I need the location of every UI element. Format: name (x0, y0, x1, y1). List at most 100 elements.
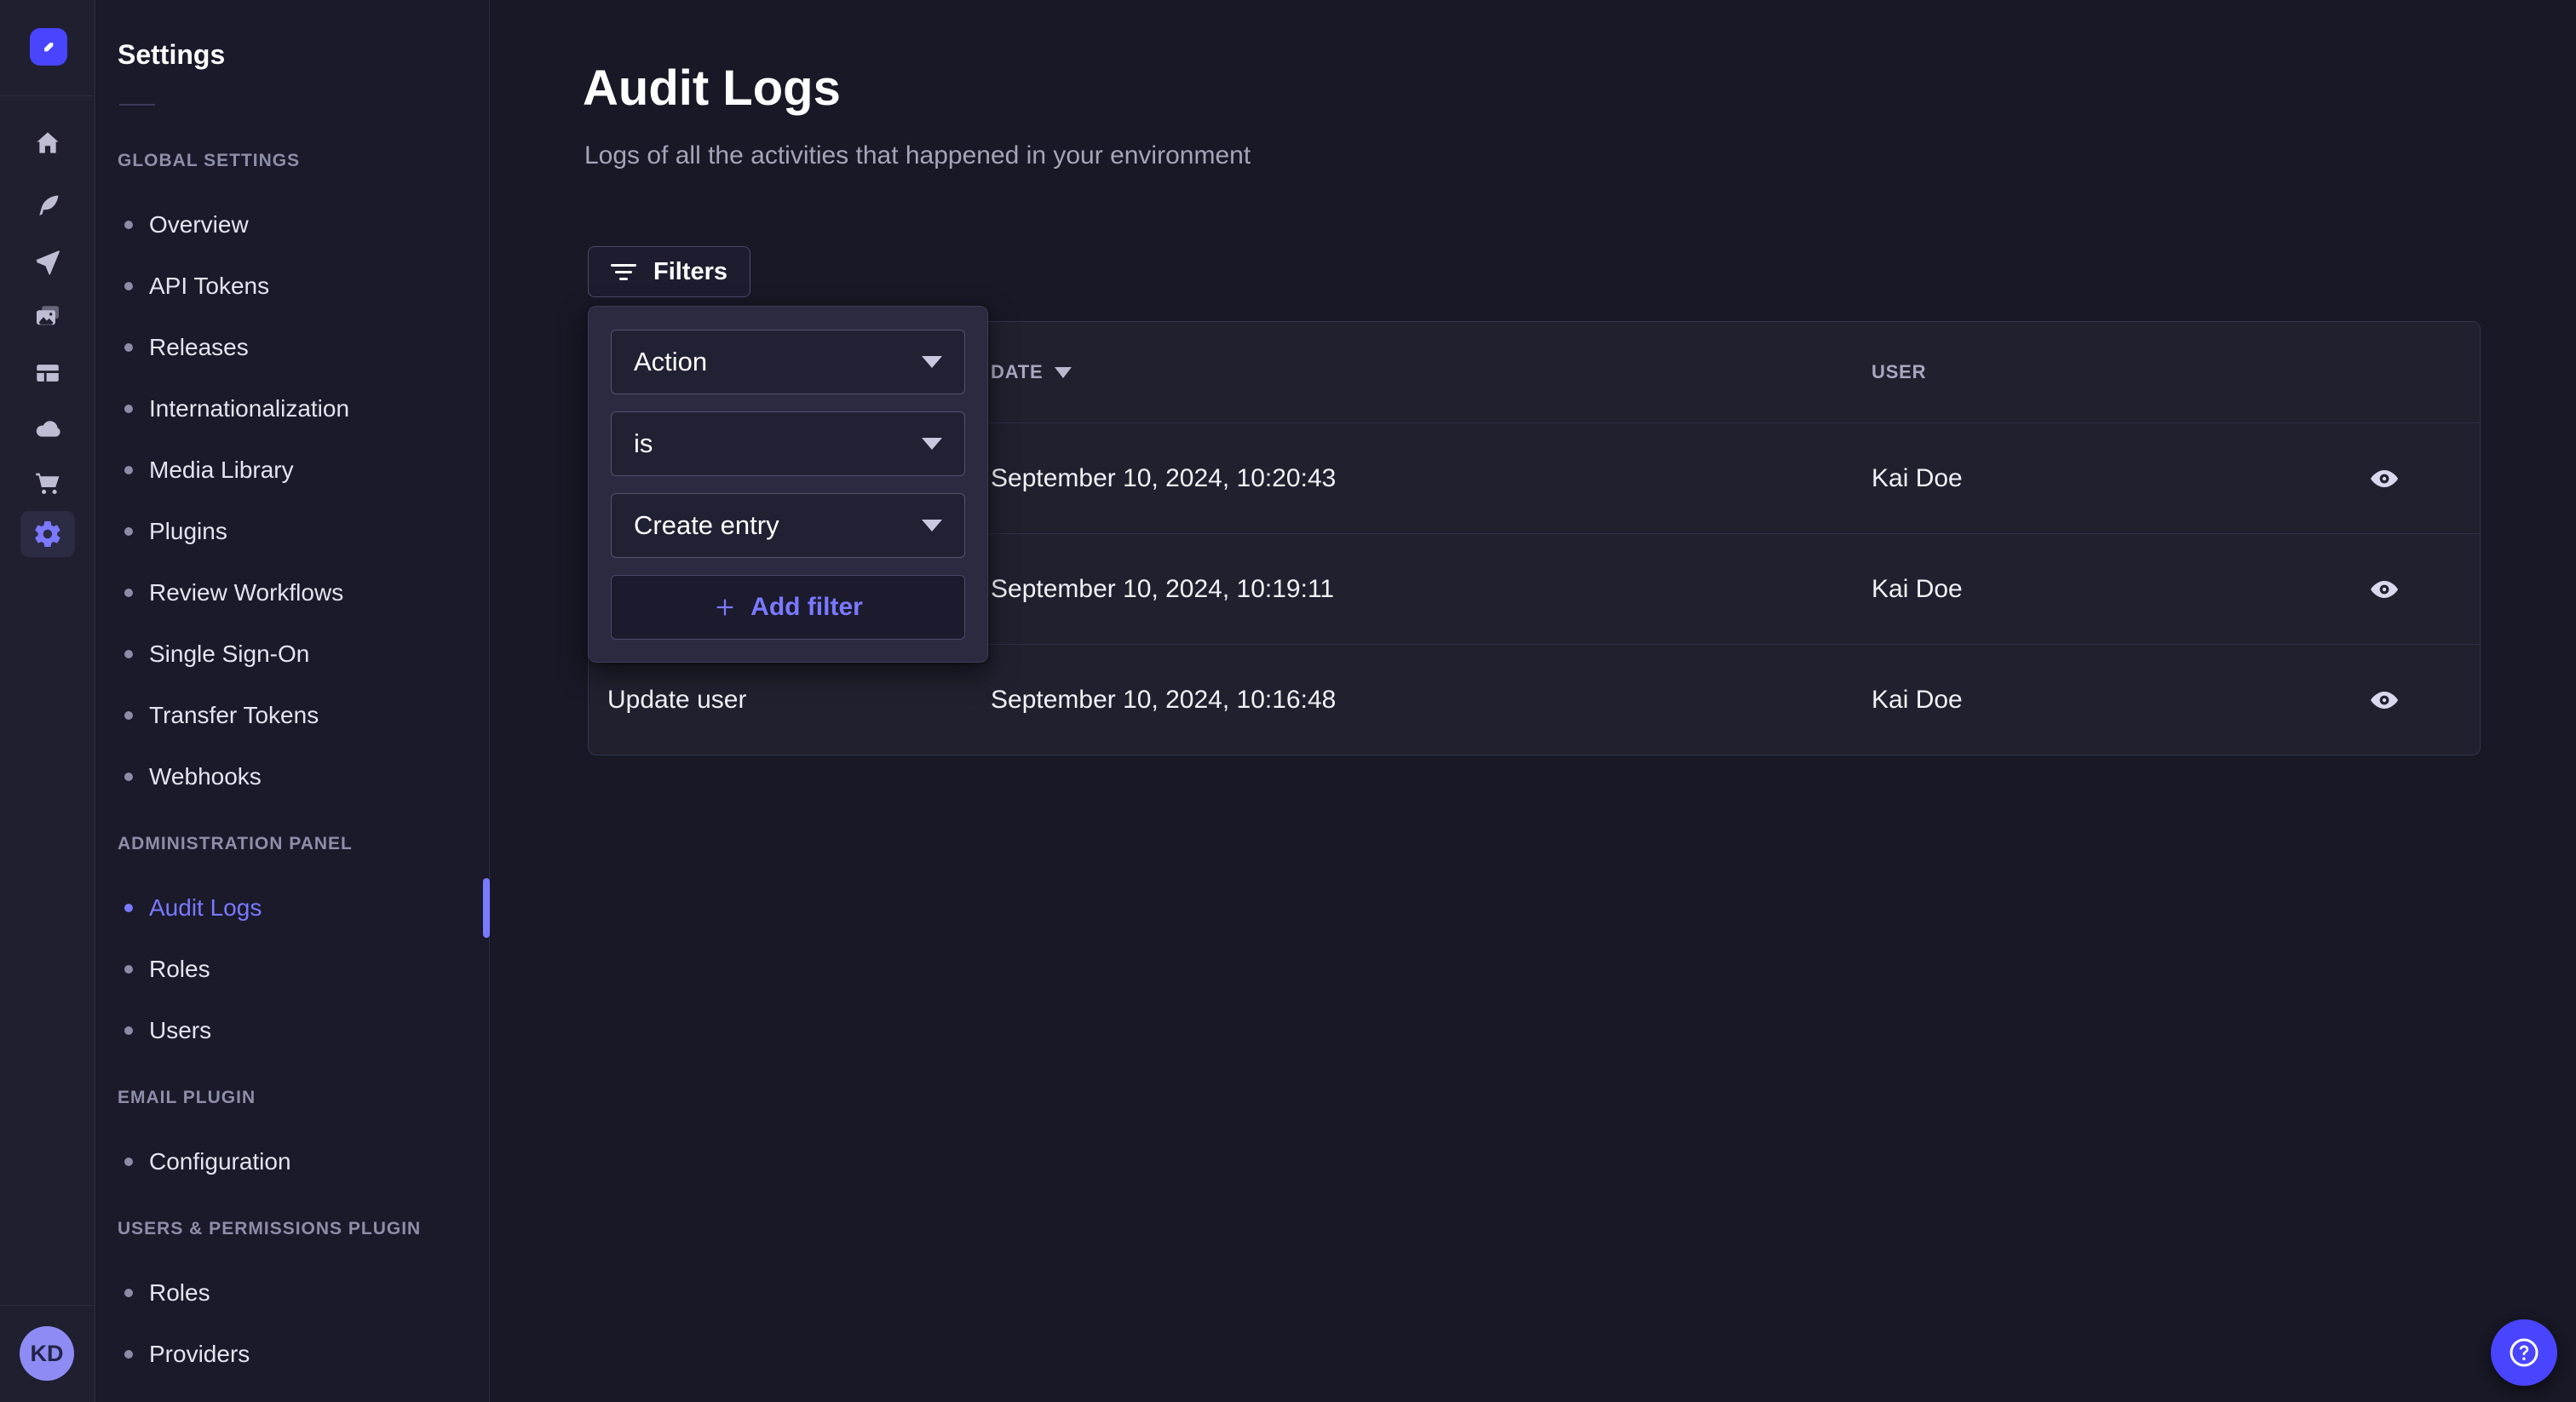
main-nav-rail: KD (0, 0, 95, 1402)
bullet-icon (124, 405, 133, 413)
strapi-logo-icon (36, 34, 61, 60)
section-global-settings: GLOBAL SETTINGS (118, 150, 489, 172)
section-administration-panel: ADMINISTRATION PANEL (118, 833, 489, 855)
sidebar-item-label: Review Workflows (149, 579, 343, 606)
page-subtitle: Logs of all the activities that happened… (584, 141, 1251, 170)
sidebar-item-label: Internationalization (149, 395, 349, 422)
eye-icon (2370, 579, 2399, 600)
sidebar-item-label: Users (149, 1017, 211, 1044)
eye-icon (2370, 690, 2399, 710)
bullet-icon (124, 466, 133, 474)
nav-settings-button[interactable] (20, 511, 75, 557)
sort-desc-icon (1055, 367, 1072, 378)
global-settings-list: Overview API Tokens Releases Internation… (96, 194, 489, 807)
sidebar-item-admin-users[interactable]: Users (96, 1000, 489, 1061)
filter-field-value: Action (634, 347, 707, 377)
sidebar-item-media-library[interactable]: Media Library (96, 440, 489, 501)
sidebar-item-webhooks[interactable]: Webhooks (96, 746, 489, 807)
strapi-logo[interactable] (30, 28, 67, 66)
bullet-icon (124, 527, 133, 536)
email-plugin-list: Configuration (96, 1131, 489, 1192)
add-filter-button[interactable]: Add filter (611, 575, 965, 640)
sidebar-title: Settings (118, 37, 489, 72)
sidebar-item-email-configuration[interactable]: Configuration (96, 1131, 489, 1192)
sidebar-item-label: Providers (149, 1341, 250, 1368)
cell-user: Kai Doe (1872, 645, 1963, 756)
sidebar-item-admin-roles[interactable]: Roles (96, 939, 489, 1000)
sidebar-item-internationalization[interactable]: Internationalization (96, 378, 489, 440)
filter-value-select[interactable]: Create entry (611, 493, 965, 558)
nav-deploy-button[interactable] (20, 238, 75, 284)
section-email-plugin: EMAIL PLUGIN (118, 1087, 489, 1109)
nav-home-button[interactable] (20, 120, 75, 166)
users-permissions-list: Roles Providers (96, 1262, 489, 1385)
nav-media-library-button[interactable] (20, 294, 75, 340)
filters-button-label: Filters (653, 258, 727, 286)
column-header-user[interactable]: USER (1872, 322, 1926, 422)
filter-popover: Action is Create entry Add filter (588, 306, 988, 663)
nav-content-builder-button[interactable] (20, 183, 75, 229)
help-button[interactable] (2491, 1319, 2557, 1386)
sidebar-item-label: Configuration (149, 1148, 291, 1175)
main-content: Audit Logs Logs of all the activities th… (490, 0, 2576, 1402)
rail-divider-top (0, 95, 95, 96)
view-log-button[interactable] (2360, 681, 2408, 719)
sidebar-item-label: Releases (149, 334, 249, 361)
filter-field-select[interactable]: Action (611, 330, 965, 394)
layout-panels-icon (33, 359, 62, 388)
sidebar-item-plugins[interactable]: Plugins (96, 501, 489, 562)
sidebar-item-overview[interactable]: Overview (96, 194, 489, 256)
bullet-icon (124, 282, 133, 290)
filter-icon (611, 264, 636, 280)
plus-icon (713, 595, 737, 619)
bullet-icon (124, 650, 133, 658)
sidebar-item-label: Roles (149, 1279, 210, 1307)
bullet-icon (124, 589, 133, 597)
filters-button[interactable]: Filters (588, 246, 750, 297)
eye-icon (2370, 468, 2399, 489)
nav-content-manager-button[interactable] (20, 350, 75, 396)
chevron-down-icon (922, 438, 942, 450)
sidebar-item-api-tokens[interactable]: API Tokens (96, 256, 489, 317)
bullet-icon (124, 343, 133, 352)
cell-date: September 10, 2024, 10:19:11 (991, 534, 1334, 644)
column-header-date[interactable]: DATE (991, 322, 1072, 422)
settings-sidebar: Settings GLOBAL SETTINGS Overview API To… (96, 0, 490, 1402)
sidebar-item-label: Audit Logs (149, 894, 262, 922)
sidebar-item-up-roles[interactable]: Roles (96, 1262, 489, 1324)
add-filter-label: Add filter (750, 593, 863, 622)
bullet-icon (124, 773, 133, 781)
filter-value-value: Create entry (634, 510, 779, 541)
view-log-button[interactable] (2360, 571, 2408, 608)
settings-gear-icon (32, 519, 63, 549)
sidebar-item-review-workflows[interactable]: Review Workflows (96, 562, 489, 623)
sidebar-item-transfer-tokens[interactable]: Transfer Tokens (96, 685, 489, 746)
media-images-icon (33, 302, 62, 331)
sidebar-item-releases[interactable]: Releases (96, 317, 489, 378)
bullet-icon (124, 904, 133, 912)
bullet-icon (124, 965, 133, 974)
sidebar-item-up-providers[interactable]: Providers (96, 1324, 489, 1385)
user-avatar[interactable]: KD (20, 1326, 74, 1381)
sidebar-item-label: Media Library (149, 457, 294, 484)
cart-icon (33, 468, 62, 497)
cell-user: Kai Doe (1872, 423, 1963, 533)
nav-cloud-button[interactable] (20, 405, 75, 451)
sidebar-item-label: Roles (149, 956, 210, 983)
question-mark-icon (2507, 1336, 2541, 1370)
chevron-down-icon (922, 356, 942, 368)
bullet-icon (124, 711, 133, 720)
sidebar-item-single-sign-on[interactable]: Single Sign-On (96, 623, 489, 685)
view-log-button[interactable] (2360, 460, 2408, 497)
sidebar-item-audit-logs[interactable]: Audit Logs (96, 877, 489, 939)
chevron-down-icon (922, 520, 942, 531)
filter-operator-value: is (634, 428, 653, 459)
bullet-icon (124, 1026, 133, 1035)
bullet-icon (124, 221, 133, 229)
bullet-icon (124, 1158, 133, 1166)
page-title: Audit Logs (583, 60, 841, 117)
nav-marketplace-button[interactable] (20, 460, 75, 506)
administration-panel-list: Audit Logs Roles Users (96, 877, 489, 1061)
filter-operator-select[interactable]: is (611, 411, 965, 476)
cell-date: September 10, 2024, 10:16:48 (991, 645, 1336, 756)
